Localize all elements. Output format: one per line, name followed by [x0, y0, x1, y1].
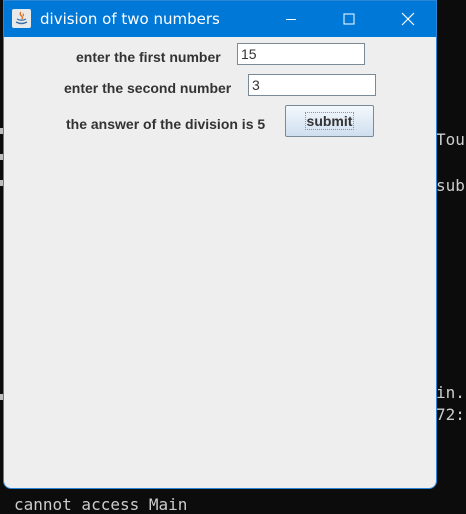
first-number-label: enter the first number	[76, 49, 221, 65]
terminal-text: Tou	[436, 130, 465, 149]
close-icon	[401, 12, 415, 26]
submit-button[interactable]: submit	[285, 105, 374, 137]
close-button[interactable]	[385, 1, 431, 37]
app-window: division of two numbers enter the first …	[3, 0, 437, 489]
form-panel: enter the first number enter the second …	[4, 37, 436, 488]
java-icon	[12, 9, 31, 28]
terminal-text: cannot access Main	[14, 495, 188, 514]
terminal-text: 72:	[436, 405, 465, 424]
minimize-icon	[286, 19, 296, 20]
division-result-label: the answer of the division is 5	[66, 116, 266, 132]
window-title: division of two numbers	[40, 10, 220, 28]
submit-button-label: submit	[304, 112, 355, 130]
second-number-input[interactable]	[248, 74, 376, 96]
maximize-icon	[343, 13, 355, 25]
terminal-text: sub	[436, 176, 465, 195]
minimize-button[interactable]	[268, 1, 314, 37]
maximize-button[interactable]	[326, 1, 372, 37]
second-number-label: enter the second number	[64, 80, 232, 96]
terminal-text: in.	[436, 383, 465, 402]
title-bar[interactable]: division of two numbers	[4, 1, 436, 37]
first-number-input[interactable]	[237, 43, 365, 65]
